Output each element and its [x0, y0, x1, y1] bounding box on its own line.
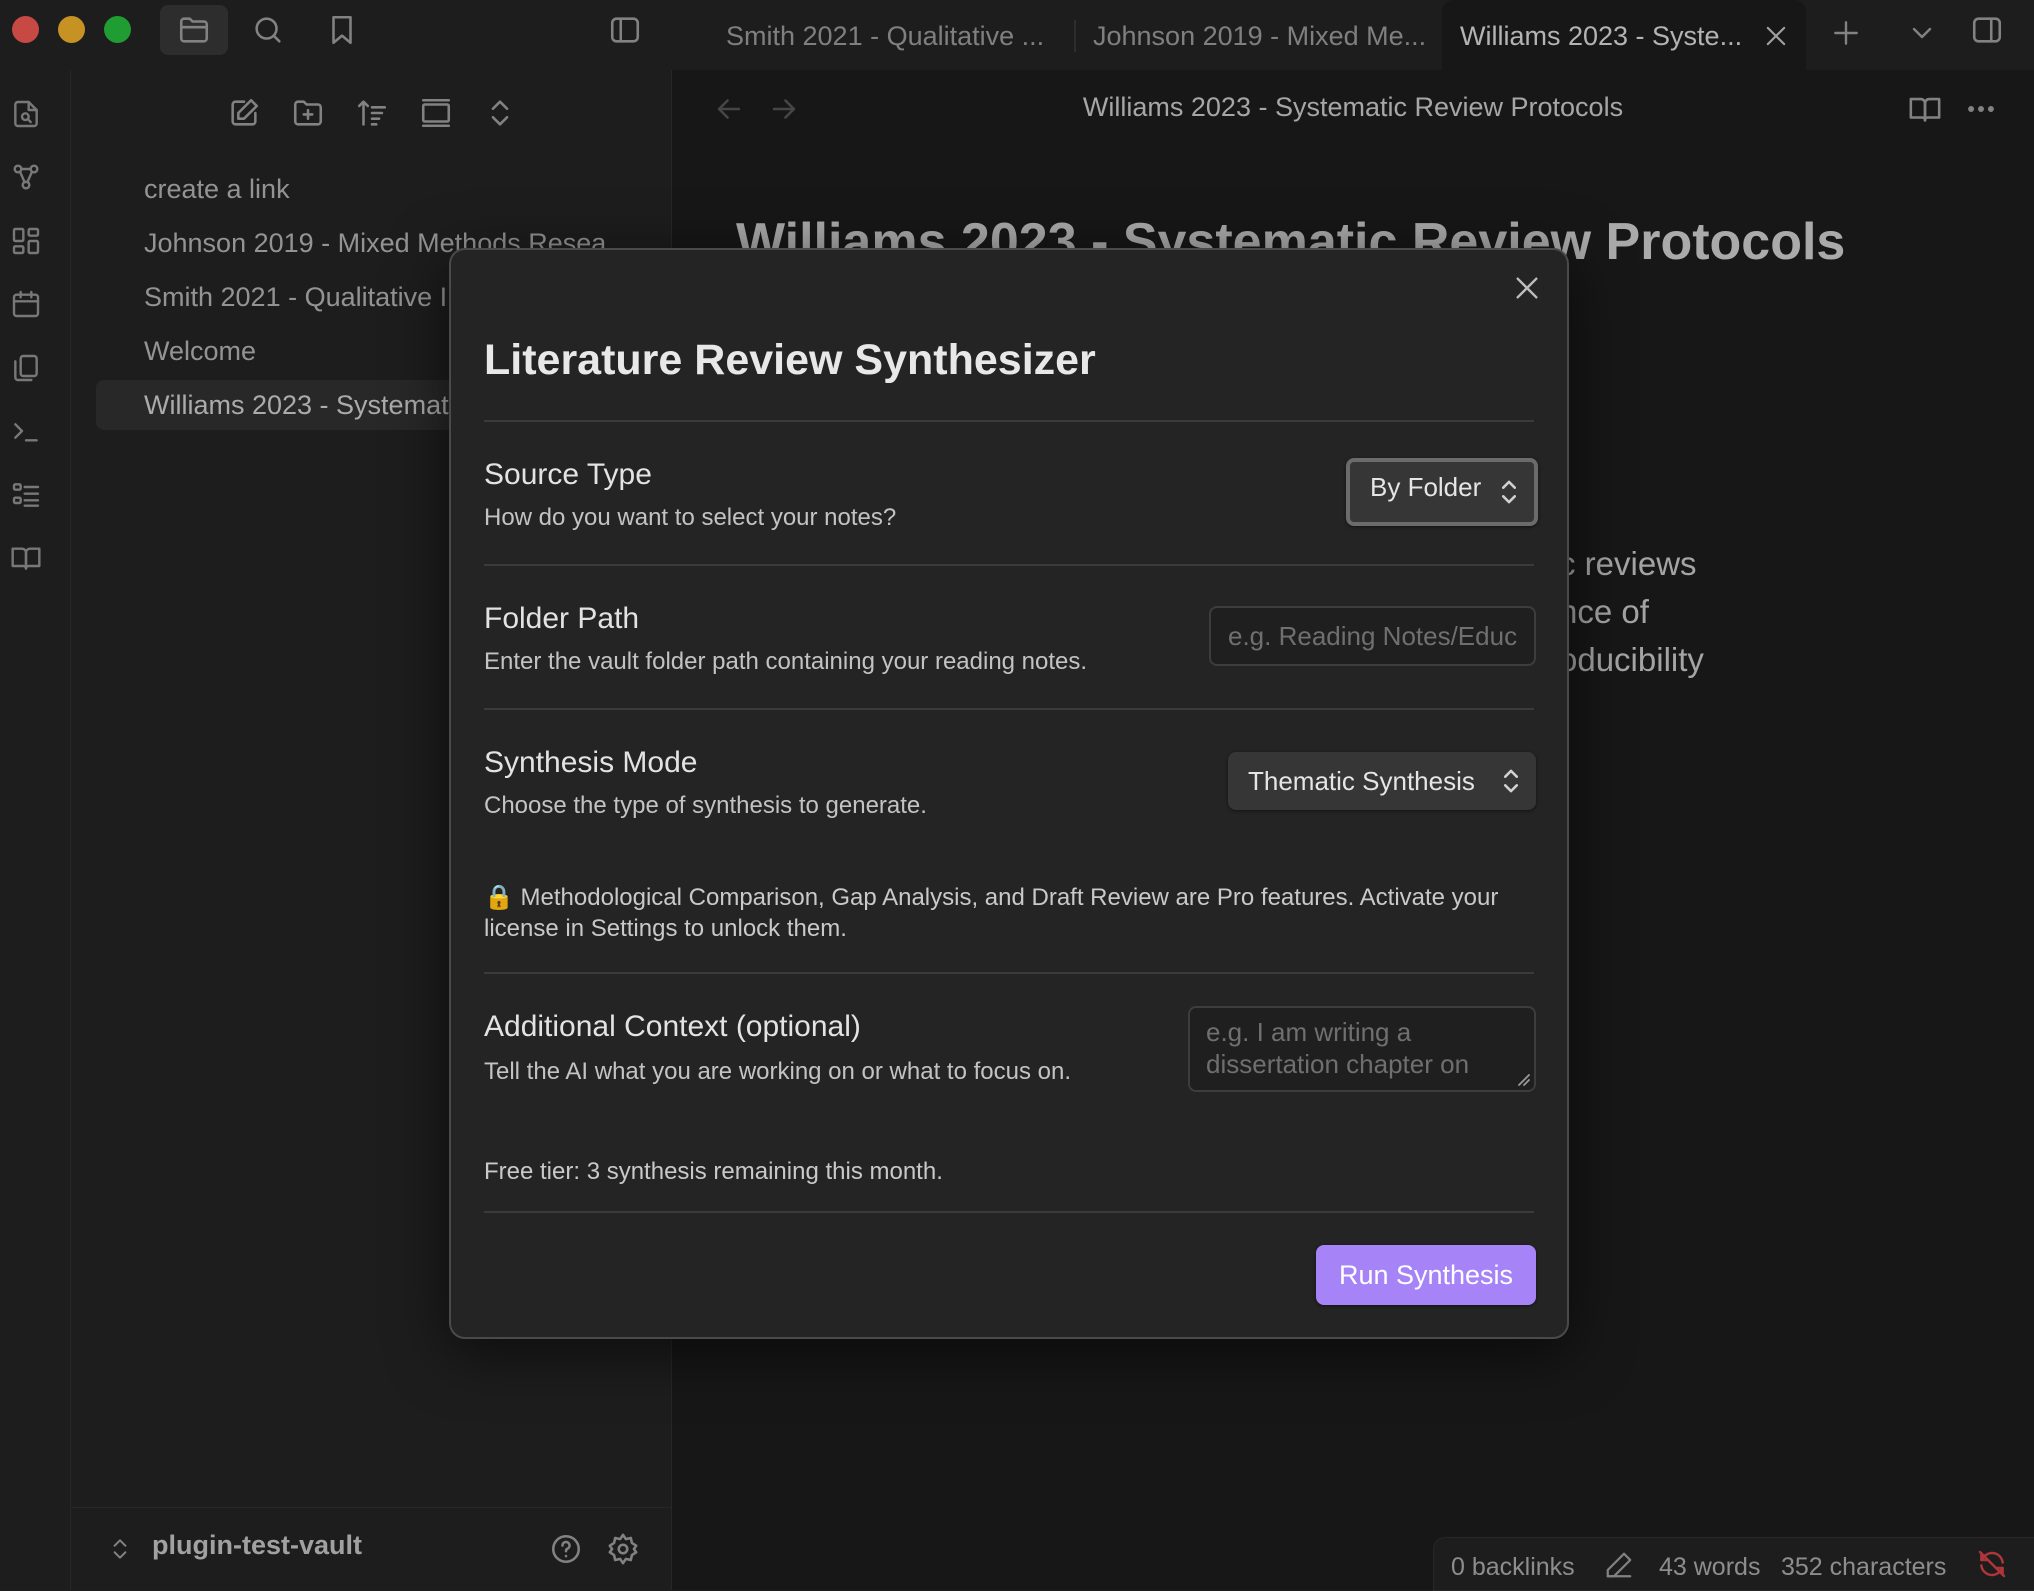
source-type-description: How do you want to select your notes?: [484, 504, 897, 531]
folder-path-input[interactable]: e.g. Reading Notes/Educ: [1209, 606, 1536, 666]
free-tier-notice: Free tier: 3 synthesis remaining this mo…: [484, 1158, 943, 1185]
source-type-value: By Folder: [1370, 472, 1482, 502]
modal-title: Literature Review Synthesizer: [484, 336, 1096, 384]
updown-chevron-icon: [1502, 768, 1520, 794]
folder-path-label: Folder Path: [484, 602, 640, 635]
close-icon[interactable]: [1511, 272, 1543, 304]
additional-context-description: Tell the AI what you are working on or w…: [484, 1058, 1071, 1085]
source-type-label: Source Type: [484, 458, 652, 491]
synthesis-mode-dropdown[interactable]: Thematic Synthesis: [1228, 752, 1536, 810]
folder-path-description: Enter the vault folder path containing y…: [484, 648, 1088, 675]
resize-handle-icon[interactable]: [1516, 1072, 1530, 1086]
literature-review-modal: Literature Review Synthesizer Source Typ…: [449, 248, 1569, 1339]
pro-features-note: 🔒 Methodological Comparison, Gap Analysi…: [484, 884, 1499, 942]
additional-context-label: Additional Context (optional): [484, 1010, 861, 1043]
source-type-dropdown[interactable]: By Folder: [1346, 458, 1538, 526]
divider: [484, 564, 1534, 566]
synthesis-mode-value: Thematic Synthesis: [1248, 766, 1475, 796]
synthesis-mode-description: Choose the type of synthesis to generate…: [484, 792, 927, 819]
divider: [484, 420, 1534, 422]
run-synthesis-button[interactable]: Run Synthesis: [1316, 1245, 1536, 1305]
divider: [484, 1211, 1534, 1213]
divider: [484, 972, 1534, 974]
folder-path-placeholder: e.g. Reading Notes/Educ: [1228, 621, 1518, 651]
additional-context-textarea[interactable]: e.g. I am writing a dissertation chapter…: [1188, 1006, 1536, 1092]
synthesis-mode-label: Synthesis Mode: [484, 746, 698, 779]
divider: [484, 708, 1534, 710]
additional-context-placeholder: e.g. I am writing a dissertation chapter…: [1206, 1017, 1470, 1079]
updown-chevron-icon: [1500, 479, 1518, 505]
